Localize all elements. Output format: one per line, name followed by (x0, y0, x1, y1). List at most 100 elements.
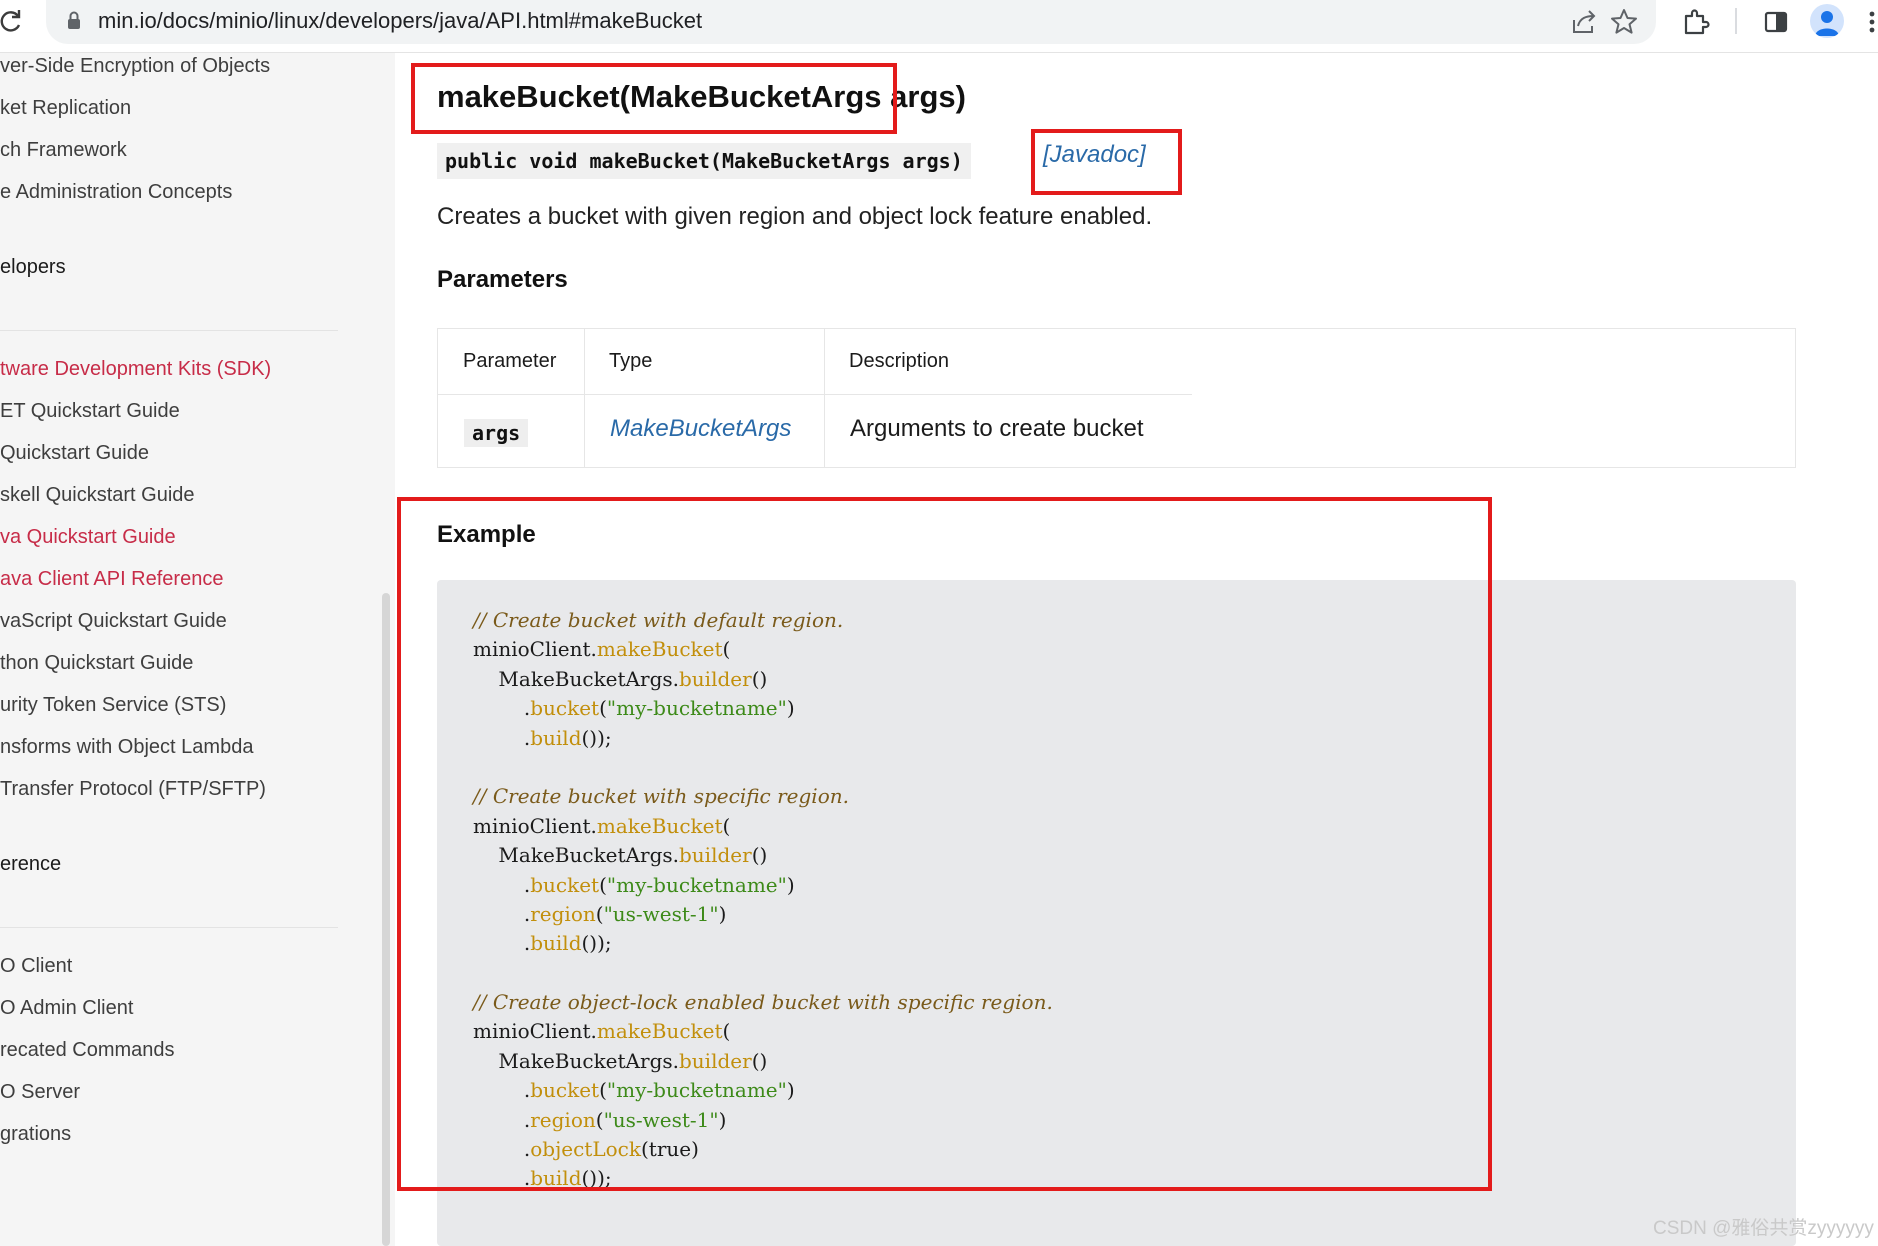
url-text[interactable]: min.io/docs/minio/linux/developers/java/… (98, 8, 702, 34)
lock-icon[interactable] (66, 10, 82, 32)
code-token-method: build (530, 1166, 582, 1191)
code-token-plain: ( (722, 637, 731, 662)
sidebar-item-deprecated-commands[interactable]: recated Commands (0, 1039, 175, 1062)
code-token-plain: MakeBucketArgs. (473, 1048, 679, 1073)
sidebar-item-go-quickstart[interactable]: Quickstart Guide (0, 442, 149, 465)
code-line: MakeBucketArgs.builder() (473, 841, 1053, 870)
code-token-method: region (530, 901, 596, 926)
sidebar-heading-reference[interactable]: erence (0, 853, 61, 876)
sidebar-item-python-quickstart[interactable]: thon Quickstart Guide (0, 652, 193, 675)
toolbar-divider (1735, 8, 1737, 34)
sidebar-heading-developers[interactable]: elopers (0, 256, 66, 279)
sidebar-item-server-side-encryption[interactable]: ver-Side Encryption of Objects (0, 55, 270, 78)
sidebar-item-administration-concepts[interactable]: e Administration Concepts (0, 181, 232, 204)
code-token-method: build (530, 725, 582, 750)
watermark: CSDN @雅俗共赏zyyyyyy (1653, 1218, 1874, 1239)
sidebar-item-haskell-quickstart[interactable]: skell Quickstart Guide (0, 484, 195, 507)
share-icon[interactable] (1568, 6, 1600, 38)
code-token-comment: // Create object-lock enabled bucket wit… (473, 990, 1053, 1015)
code-token-plain: . (473, 1078, 531, 1103)
code-line: .build()); (473, 1164, 1053, 1193)
example-heading: Example (437, 521, 536, 548)
sidebar-item-ftp-sftp[interactable]: Transfer Protocol (FTP/SFTP) (0, 778, 266, 801)
code-line: minioClient.makeBucket( (473, 1017, 1053, 1046)
code-line: .region("us-west-1") (473, 1106, 1053, 1135)
code-token-plain: . (473, 1107, 531, 1132)
code-token-method: bucket (530, 1078, 600, 1103)
code-line: .build()); (473, 929, 1053, 958)
sidebar-item-batch-framework[interactable]: ch Framework (0, 139, 127, 162)
code-token-plain: ) (786, 1078, 795, 1103)
sidebar-item-sdk[interactable]: tware Development Kits (SDK) (0, 358, 271, 381)
sidebar-item-minio-admin-client[interactable]: O Admin Client (0, 997, 133, 1020)
code-token-method: objectLock (530, 1137, 641, 1162)
parameters-table: Parameter Type Description args MakeBuck… (437, 328, 1796, 468)
code-token-plain: ) (718, 1107, 727, 1132)
code-token-string: "my-bucketname" (606, 1078, 787, 1103)
method-title: makeBucket(MakeBucketArgs args) (437, 79, 966, 114)
code-token-method: builder (679, 843, 752, 868)
code-text: // Create bucket with default region. min… (473, 606, 1053, 1194)
browser-toolbar: min.io/docs/minio/linux/developers/java/… (0, 0, 1878, 53)
extensions-icon[interactable] (1680, 6, 1712, 38)
reload-icon[interactable] (0, 8, 22, 34)
code-token-string: "us-west-1" (603, 901, 719, 926)
code-line: .bucket("my-bucketname") (473, 871, 1053, 900)
docs-sidebar: ver-Side Encryption of Objects ket Repli… (0, 53, 395, 1246)
code-token-plain: . (473, 901, 531, 926)
code-token-plain: ( (722, 813, 731, 838)
address-bar[interactable]: min.io/docs/minio/linux/developers/java/… (46, 0, 1656, 44)
sidebar-item-bucket-replication[interactable]: ket Replication (0, 97, 131, 120)
param-description: Arguments to create bucket (850, 415, 1144, 442)
code-token-method: build (530, 931, 582, 956)
sidebar-item-object-lambda[interactable]: nsforms with Object Lambda (0, 736, 253, 759)
code-token-method: builder (679, 666, 752, 691)
sidebar-item-java-api-reference[interactable]: ava Client API Reference (0, 568, 223, 591)
sidebar-item-minio-client[interactable]: O Client (0, 955, 72, 978)
param-type-link[interactable]: MakeBucketArgs (610, 415, 791, 443)
code-token-method: makeBucket (596, 1019, 723, 1044)
code-line: .region("us-west-1") (473, 900, 1053, 929)
code-line: MakeBucketArgs.builder() (473, 665, 1053, 694)
sidebar-item-migrations[interactable]: grations (0, 1123, 71, 1146)
code-token-method: bucket (530, 872, 600, 897)
table-divider (438, 394, 1192, 395)
code-token-plain: ( (595, 1107, 604, 1132)
sidebar-divider (0, 927, 338, 928)
sidebar-item-minio-server[interactable]: O Server (0, 1081, 80, 1104)
side-panel-icon[interactable] (1760, 6, 1792, 38)
code-token-plain: (true) (640, 1137, 699, 1162)
menu-icon[interactable] (1864, 6, 1878, 38)
sidebar-item-java-quickstart[interactable]: va Quickstart Guide (0, 526, 176, 549)
code-token-plain: ) (718, 901, 727, 926)
code-token-plain: . (473, 696, 531, 721)
code-token-plain: . (473, 1137, 531, 1162)
code-token-comment: // Create bucket with default region. (473, 608, 844, 632)
code-token-plain: ( (722, 1019, 731, 1044)
code-token-method: bucket (530, 696, 600, 721)
table-divider (824, 329, 825, 467)
code-line: .bucket("my-bucketname") (473, 1076, 1053, 1105)
sidebar-scrollbar[interactable] (382, 593, 390, 1246)
sidebar-item-dotnet-quickstart[interactable]: ET Quickstart Guide (0, 400, 180, 423)
javadoc-link[interactable]: [Javadoc] (1043, 141, 1146, 169)
param-name-args: args (464, 419, 529, 447)
method-description: Creates a bucket with given region and o… (437, 203, 1153, 230)
code-token-string: "my-bucketname" (606, 872, 787, 897)
code-token-plain: () (751, 843, 768, 868)
sidebar-item-sts[interactable]: urity Token Service (STS) (0, 694, 226, 717)
code-line: .bucket("my-bucketname") (473, 694, 1053, 723)
parameters-heading: Parameters (437, 266, 568, 293)
code-token-method: region (530, 1107, 596, 1132)
code-token-plain: ()); (581, 1166, 612, 1191)
code-example[interactable]: // Create bucket with default region. min… (437, 580, 1796, 1246)
sidebar-item-javascript-quickstart[interactable]: vaScript Quickstart Guide (0, 610, 227, 633)
code-token-plain: ( (599, 872, 607, 897)
star-icon[interactable] (1608, 6, 1640, 38)
main-content: makeBucket(MakeBucketArgs args) public v… (395, 53, 1878, 1246)
code-line: .build()); (473, 724, 1053, 753)
profile-icon[interactable] (1810, 4, 1844, 38)
code-token-plain: () (751, 666, 768, 691)
